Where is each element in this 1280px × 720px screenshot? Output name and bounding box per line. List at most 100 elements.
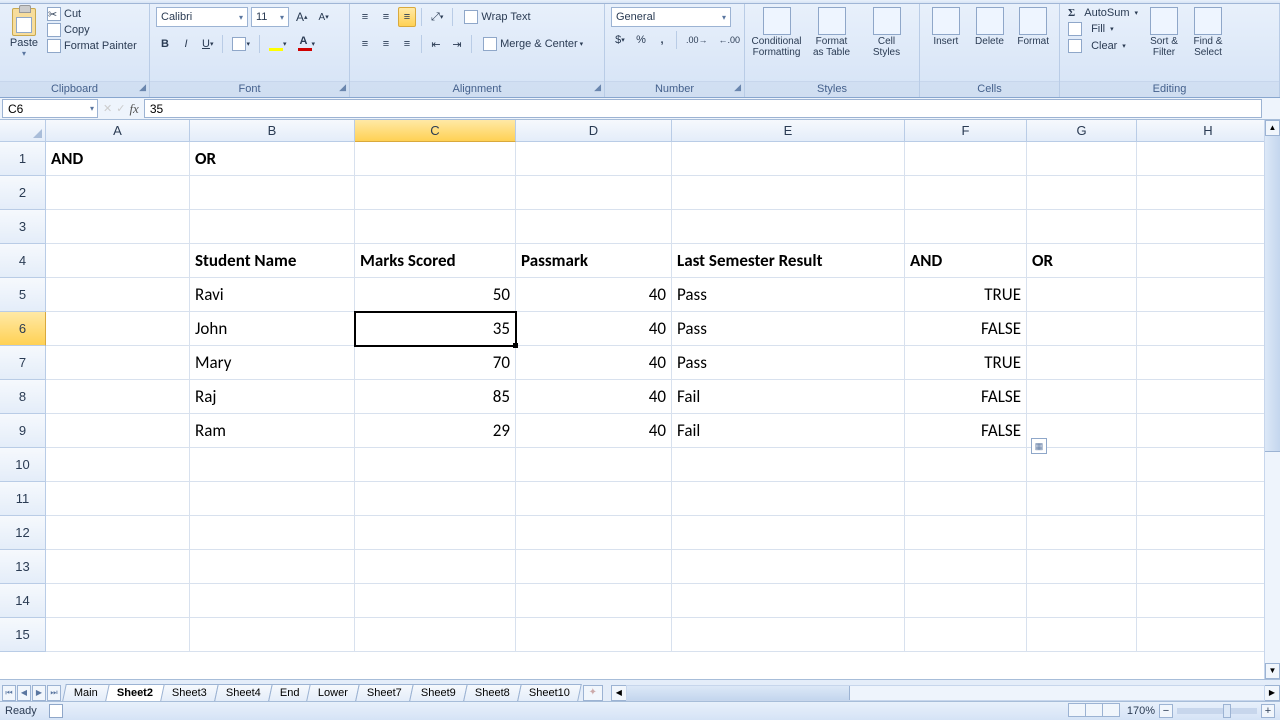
cell-C3[interactable] xyxy=(355,210,516,244)
cell-D4[interactable]: Passmark xyxy=(516,244,672,278)
font-color-button[interactable]: A▾ xyxy=(294,34,320,54)
accounting-format-button[interactable]: $▾ xyxy=(611,30,629,50)
cell-F4[interactable]: AND xyxy=(905,244,1027,278)
align-left-button[interactable]: ≡ xyxy=(356,34,374,54)
cell-C2[interactable] xyxy=(355,176,516,210)
cell-F1[interactable] xyxy=(905,142,1027,176)
cell-H3[interactable] xyxy=(1137,210,1280,244)
cell-A15[interactable] xyxy=(46,618,190,652)
cell-B9[interactable]: Ram xyxy=(190,414,355,448)
cell-B5[interactable]: Ravi xyxy=(190,278,355,312)
row-header-14[interactable]: 14 xyxy=(0,584,46,618)
align-right-button[interactable]: ≡ xyxy=(398,34,416,54)
cell-G14[interactable] xyxy=(1027,584,1137,618)
cell-F13[interactable] xyxy=(905,550,1027,584)
row-header-4[interactable]: 4 xyxy=(0,244,46,278)
row-header-3[interactable]: 3 xyxy=(0,210,46,244)
cell-D11[interactable] xyxy=(516,482,672,516)
cell-A7[interactable] xyxy=(46,346,190,380)
row-header-2[interactable]: 2 xyxy=(0,176,46,210)
cell-B12[interactable] xyxy=(190,516,355,550)
zoom-slider[interactable] xyxy=(1177,708,1257,714)
cell-H7[interactable] xyxy=(1137,346,1280,380)
cell-G5[interactable] xyxy=(1027,278,1137,312)
font-name-dropdown[interactable]: Calibri▾ xyxy=(156,7,248,27)
cell-B13[interactable] xyxy=(190,550,355,584)
cell-C4[interactable]: Marks Scored xyxy=(355,244,516,278)
sheet-tab-end[interactable]: End xyxy=(268,684,311,701)
cell-F2[interactable] xyxy=(905,176,1027,210)
cell-H11[interactable] xyxy=(1137,482,1280,516)
zoom-in-button[interactable]: + xyxy=(1261,704,1275,718)
cell-E1[interactable] xyxy=(672,142,905,176)
cell-B10[interactable] xyxy=(190,448,355,482)
insert-cells-button[interactable]: Insert xyxy=(924,6,968,47)
cell-C10[interactable] xyxy=(355,448,516,482)
cell-D7[interactable]: 40 xyxy=(516,346,672,380)
cell-D13[interactable] xyxy=(516,550,672,584)
sheet-tab-sheet9[interactable]: Sheet9 xyxy=(409,684,467,701)
cell-E7[interactable]: Pass xyxy=(672,346,905,380)
cell-C14[interactable] xyxy=(355,584,516,618)
vertical-scrollbar[interactable]: ▲ ▼ xyxy=(1264,120,1280,679)
cell-H5[interactable] xyxy=(1137,278,1280,312)
row-header-12[interactable]: 12 xyxy=(0,516,46,550)
cell-D2[interactable] xyxy=(516,176,672,210)
cell-G6[interactable] xyxy=(1027,312,1137,346)
cell-H12[interactable] xyxy=(1137,516,1280,550)
cell-F15[interactable] xyxy=(905,618,1027,652)
orientation-button[interactable]: ⤢▾ xyxy=(427,7,447,27)
cell-C8[interactable]: 85 xyxy=(355,380,516,414)
cell-D1[interactable] xyxy=(516,142,672,176)
cell-D14[interactable] xyxy=(516,584,672,618)
cell-E4[interactable]: Last Semester Result xyxy=(672,244,905,278)
cell-G13[interactable] xyxy=(1027,550,1137,584)
tab-nav-next-icon[interactable]: ▶ xyxy=(32,685,46,701)
cell-H14[interactable] xyxy=(1137,584,1280,618)
cell-A6[interactable] xyxy=(46,312,190,346)
cell-E6[interactable]: Pass xyxy=(672,312,905,346)
cell-F5[interactable]: TRUE xyxy=(905,278,1027,312)
row-header-8[interactable]: 8 xyxy=(0,380,46,414)
sheet-tab-sheet7[interactable]: Sheet7 xyxy=(355,684,413,701)
row-header-5[interactable]: 5 xyxy=(0,278,46,312)
cell-F14[interactable] xyxy=(905,584,1027,618)
autosum-button[interactable]: Σ AutoSum ▾ xyxy=(1068,7,1138,19)
cell-A1[interactable]: AND xyxy=(46,142,190,176)
cell-G11[interactable] xyxy=(1027,482,1137,516)
italic-button[interactable]: I xyxy=(177,34,195,54)
cell-F7[interactable]: TRUE xyxy=(905,346,1027,380)
grow-font-button[interactable]: A▴ xyxy=(292,7,312,27)
cell-E5[interactable]: Pass xyxy=(672,278,905,312)
cell-F8[interactable]: FALSE xyxy=(905,380,1027,414)
view-buttons[interactable] xyxy=(1068,703,1119,720)
cell-D12[interactable] xyxy=(516,516,672,550)
cell-H13[interactable] xyxy=(1137,550,1280,584)
cell-F9[interactable]: FALSE xyxy=(905,414,1027,448)
delete-cells-button[interactable]: Delete xyxy=(968,6,1012,47)
fill-color-button[interactable]: ▾ xyxy=(265,34,291,54)
cell-A13[interactable] xyxy=(46,550,190,584)
cell-A8[interactable] xyxy=(46,380,190,414)
cell-C13[interactable] xyxy=(355,550,516,584)
format-painter-button[interactable]: Format Painter xyxy=(47,39,137,53)
align-bottom-button[interactable]: ≡ xyxy=(398,7,416,27)
cell-E11[interactable] xyxy=(672,482,905,516)
cell-D10[interactable] xyxy=(516,448,672,482)
cell-F6[interactable]: FALSE xyxy=(905,312,1027,346)
number-format-dropdown[interactable]: General▾ xyxy=(611,7,731,27)
row-header-6[interactable]: 6 xyxy=(0,312,46,346)
format-cells-button[interactable]: Format xyxy=(1011,6,1055,47)
cell-G3[interactable] xyxy=(1027,210,1137,244)
cell-G2[interactable] xyxy=(1027,176,1137,210)
cell-E2[interactable] xyxy=(672,176,905,210)
cell-E12[interactable] xyxy=(672,516,905,550)
cut-button[interactable]: ✂Cut xyxy=(47,7,137,21)
dialog-launcher-icon[interactable]: ◢ xyxy=(594,82,601,93)
row-header-13[interactable]: 13 xyxy=(0,550,46,584)
wrap-text-button[interactable]: Wrap Text xyxy=(458,7,536,27)
cell-E13[interactable] xyxy=(672,550,905,584)
cell-H10[interactable] xyxy=(1137,448,1280,482)
cell-E9[interactable]: Fail xyxy=(672,414,905,448)
underline-button[interactable]: U▾ xyxy=(198,34,217,54)
